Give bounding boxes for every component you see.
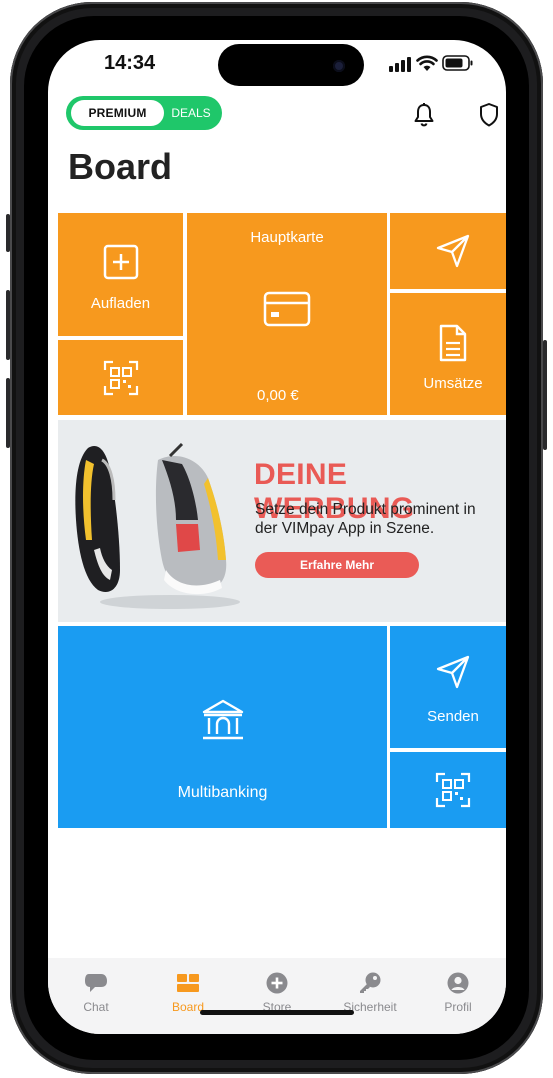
battery-icon xyxy=(442,55,473,71)
hauptkarte-title: Hauptkarte xyxy=(250,229,324,246)
aufladen-tile[interactable]: Aufladen xyxy=(58,213,183,336)
plus-square-icon xyxy=(103,244,138,280)
qr-code-icon xyxy=(103,360,138,395)
ad-learn-more-button[interactable]: Erfahre Mehr xyxy=(255,552,419,578)
chat-icon xyxy=(85,974,107,992)
app-screen: 14:34 PREMIUM DEALS Board Aufladen Haupt… xyxy=(48,40,506,1034)
hauptkarte-balance: 0,00 € xyxy=(257,387,299,404)
hauptkarte-tile[interactable]: Hauptkarte 0,00 € xyxy=(187,213,387,415)
umsaetze-tile[interactable]: Umsätze xyxy=(390,293,506,415)
sneaker-image xyxy=(75,442,240,609)
action-button xyxy=(6,214,10,252)
bell-icon[interactable] xyxy=(412,102,436,128)
tab-store[interactable]: Store xyxy=(237,972,317,1014)
bank-icon xyxy=(202,699,243,740)
volume-down-button xyxy=(6,378,10,448)
send-tile-top[interactable] xyxy=(390,213,506,289)
document-icon xyxy=(439,324,467,362)
credit-card-icon xyxy=(263,291,311,327)
paper-plane-icon xyxy=(436,655,470,689)
volume-up-button xyxy=(6,290,10,360)
paper-plane-icon xyxy=(436,234,470,268)
key-icon xyxy=(360,972,381,993)
ad-description: Setze dein Produkt prominent in der VIMp… xyxy=(255,501,476,537)
front-camera xyxy=(333,60,345,72)
premium-option[interactable]: PREMIUM xyxy=(71,100,164,126)
status-time: 14:34 xyxy=(104,52,156,74)
qr-code-icon xyxy=(435,772,471,808)
plus-circle-icon xyxy=(266,972,288,994)
senden-tile[interactable]: Senden xyxy=(390,626,506,748)
profile-icon xyxy=(447,972,469,994)
tab-profil-label: Profil xyxy=(444,1000,472,1014)
deals-option[interactable]: DEALS xyxy=(164,100,218,126)
home-indicator[interactable] xyxy=(200,1010,354,1015)
multibanking-tile[interactable]: Multibanking xyxy=(58,626,387,828)
tab-chat[interactable]: Chat xyxy=(56,972,136,1014)
tab-profil[interactable]: Profil xyxy=(418,972,498,1014)
umsaetze-label: Umsätze xyxy=(423,375,483,392)
wifi-icon xyxy=(416,55,438,71)
signal-icon xyxy=(389,57,411,72)
senden-label: Senden xyxy=(427,708,479,725)
shield-icon[interactable] xyxy=(478,102,500,128)
tab-chat-label: Chat xyxy=(83,1000,109,1014)
tab-board[interactable]: Board xyxy=(148,972,228,1014)
power-button xyxy=(543,340,547,450)
page-title: Board xyxy=(68,146,173,187)
aufladen-label: Aufladen xyxy=(90,295,151,312)
tab-sicherheit[interactable]: Sicherheit xyxy=(330,972,410,1014)
qr-scan-tile-bottom[interactable] xyxy=(390,752,506,828)
board-icon xyxy=(177,974,199,992)
multibanking-label: Multibanking xyxy=(177,784,268,801)
qr-scan-tile[interactable] xyxy=(58,340,183,415)
